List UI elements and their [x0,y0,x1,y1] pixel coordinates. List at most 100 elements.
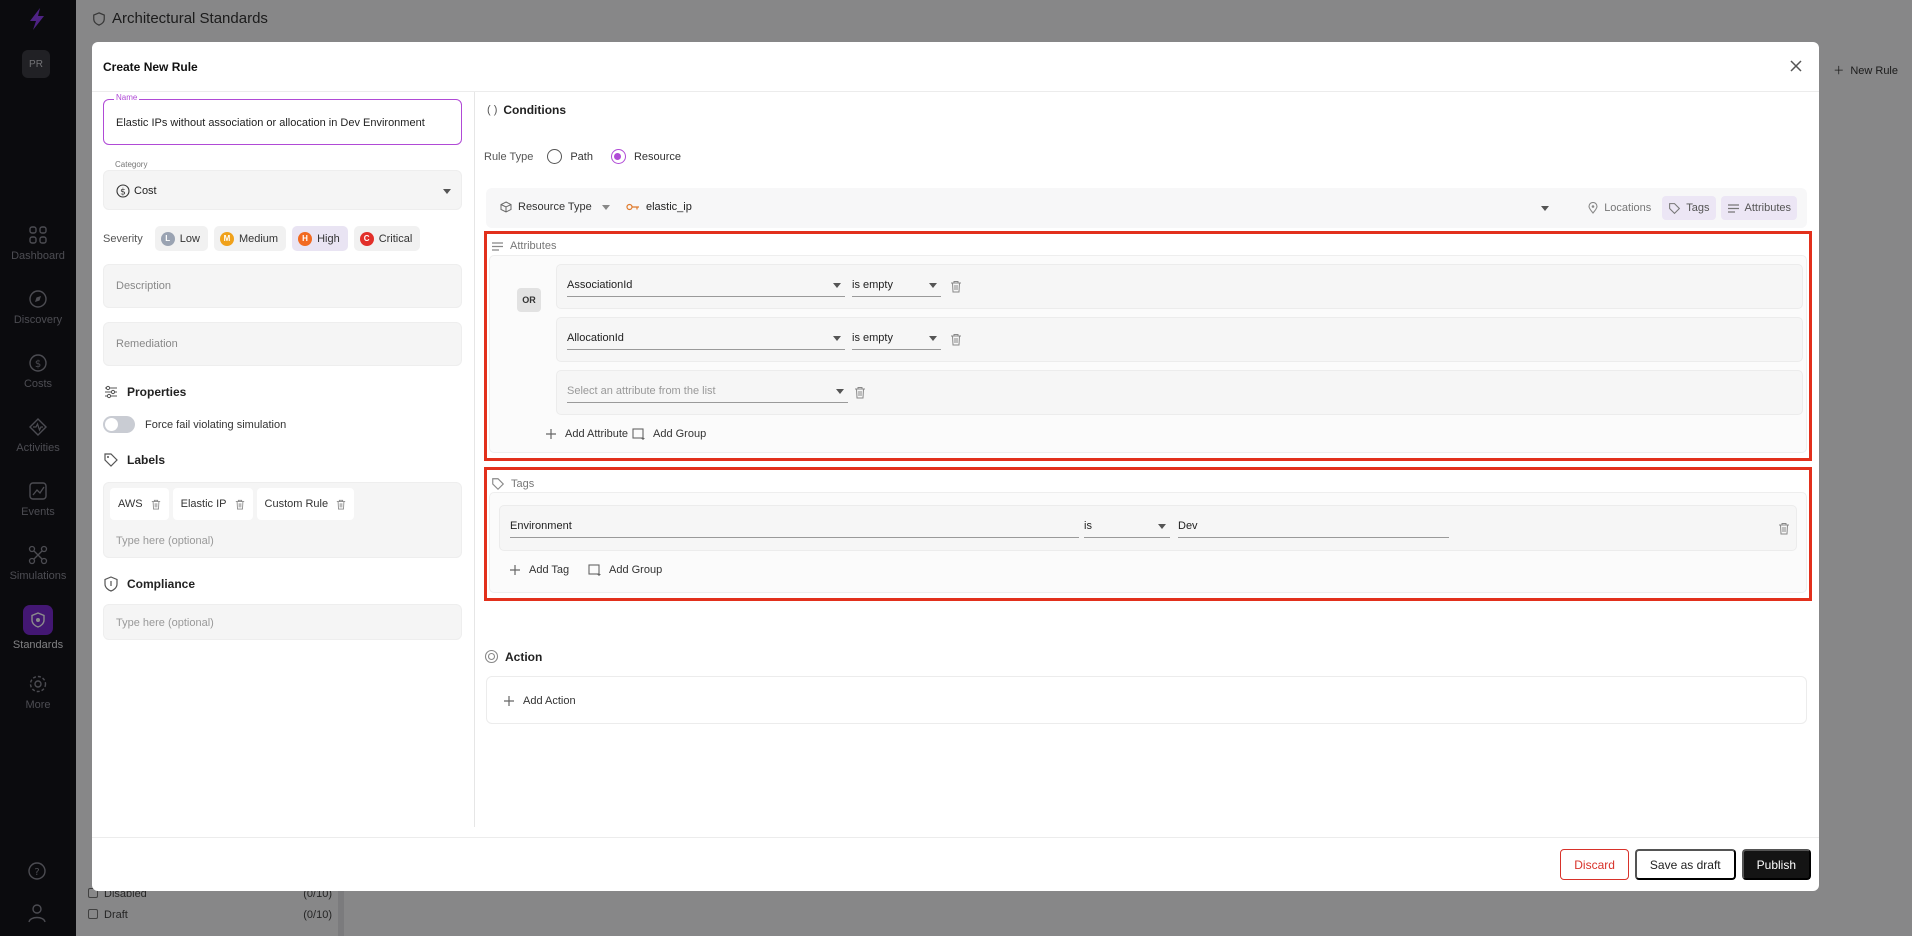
tag-key-input[interactable]: Environment [510,520,1079,538]
discard-button[interactable]: Discard [1560,849,1629,880]
plus-icon [504,696,514,706]
resource-filter-buttons: Locations Tags Attributes [1581,196,1797,220]
publish-button[interactable]: Publish [1741,849,1811,880]
properties-section-title: Properties [103,384,186,400]
severity-critical[interactable]: C Critical [353,226,421,251]
braces-icon: ( ) [487,104,498,116]
compliance-section-title: Compliance [103,576,195,592]
chevron-down-icon [833,283,841,288]
operator-select[interactable]: is empty [852,332,941,350]
location-pin-icon [1588,202,1598,214]
trash-icon[interactable] [854,386,866,399]
name-input[interactable]: Elastic IPs without association or alloc… [116,117,425,129]
attribute-condition-row-empty: Select an attribute from the list [556,370,1803,415]
rule-type-resource-radio[interactable] [610,149,626,164]
tag-icon [492,478,505,491]
action-section-title: Action [484,649,542,664]
severity-badge: M [219,231,234,246]
add-attribute-button[interactable]: Add Attribute [544,427,628,441]
tag-condition-row: Environment is Dev [499,505,1797,551]
shield-icon [104,576,118,592]
label-chip: Elastic IP [172,488,253,520]
trash-icon[interactable] [151,499,161,510]
chevron-down-icon [601,204,610,210]
action-box: Add Action [486,676,1807,724]
add-group-button[interactable]: Add Group [632,427,706,441]
labels-section-title: Labels [103,452,165,468]
force-fail-toggle[interactable] [103,416,135,433]
add-group-icon [588,564,601,576]
locations-button[interactable]: Locations [1581,196,1657,220]
dollar-icon: $ [116,184,130,198]
conditions-title: ( ) Conditions [487,103,567,117]
chevron-down-icon [443,189,451,194]
severity-high[interactable]: H High [292,226,348,251]
cube-icon [500,201,512,213]
severity-badge: C [359,231,374,246]
attribute-select[interactable]: Select an attribute from the list [567,385,848,403]
category-label: Category [115,160,148,169]
attribute-select[interactable]: AllocationId [567,332,845,350]
trash-icon[interactable] [1778,522,1790,535]
or-operator-badge[interactable]: OR [517,288,541,312]
trash-icon[interactable] [950,280,962,293]
labels-input[interactable]: AWS Elastic IP Custom Rule Type here (op… [103,482,462,558]
rule-type-selector: Rule Type Path Resource [484,149,682,164]
chevron-down-icon [929,336,937,341]
severity-selector: Severity L Low M Medium H High C Critica… [103,226,421,251]
attribute-condition-row: AssociationId is empty [556,264,1803,309]
operator-select[interactable]: is empty [852,279,941,297]
attribute-group: OR AssociationId is empty AllocationId i… [489,255,1807,453]
rule-type-path-radio[interactable] [547,149,563,164]
chevron-down-icon [833,336,841,341]
resource-value-select[interactable]: elastic_ip [626,201,692,213]
save-draft-button[interactable]: Save as draft [1634,849,1736,880]
tag-group: Environment is Dev Add Tag Add Group [489,492,1807,593]
trash-icon[interactable] [950,333,962,346]
category-select[interactable]: $ Cost [103,170,462,210]
add-group-button[interactable]: Add Group [588,563,662,577]
tag-value-input[interactable]: Dev [1178,520,1449,538]
trash-icon[interactable] [235,499,245,510]
tags-button[interactable]: Tags [1662,196,1716,220]
create-rule-modal: Create New Rule Name Elastic IPs without… [92,42,1819,891]
chevron-down-icon [929,283,937,288]
label-chip: Custom Rule [256,488,355,520]
trash-icon[interactable] [336,499,346,510]
severity-low[interactable]: L Low [154,226,208,251]
modal-title: Create New Rule [103,59,198,74]
compliance-input[interactable]: Type here (optional) [103,604,462,640]
list-icon [1727,203,1739,213]
attributes-button[interactable]: Attributes [1720,196,1797,220]
severity-badge: H [298,231,313,246]
resource-type-bar: Resource Type elastic_ip Locations Tags [486,188,1807,228]
add-tag-button[interactable]: Add Tag [508,563,569,577]
tag-icon [104,453,118,467]
remediation-input[interactable]: Remediation [103,322,462,366]
list-icon [492,241,503,251]
chevron-down-icon[interactable] [1541,206,1549,211]
plus-icon [546,429,556,439]
attribute-condition-row: AllocationId is empty [556,317,1803,362]
footer-actions: Discard Save as draft Publish [1560,849,1811,880]
chevron-down-icon [836,389,844,394]
action-icon [484,649,499,664]
description-input[interactable]: Description [103,264,462,308]
modal-header: Create New Rule [92,42,1819,92]
severity-medium[interactable]: M Medium [213,226,287,251]
attributes-section-title: Attributes [491,240,556,252]
modal-footer: Discard Save as draft Publish [92,837,1819,891]
tags-section-title: Tags [491,477,534,491]
attribute-select[interactable]: AssociationId [567,279,845,297]
name-field[interactable]: Name Elastic IPs without association or … [103,93,462,145]
key-icon [626,203,639,211]
plus-icon [510,565,520,575]
tag-icon [1669,202,1681,214]
resource-type-dropdown[interactable]: Resource Type [500,201,610,213]
force-fail-row: Force fail violating simulation [103,416,286,433]
tag-operator-select[interactable]: is [1084,520,1170,538]
add-action-button[interactable]: Add Action [502,694,576,708]
label-chip-list: AWS Elastic IP Custom Rule [110,488,355,520]
add-group-icon [632,428,645,440]
close-icon[interactable] [1787,57,1805,75]
